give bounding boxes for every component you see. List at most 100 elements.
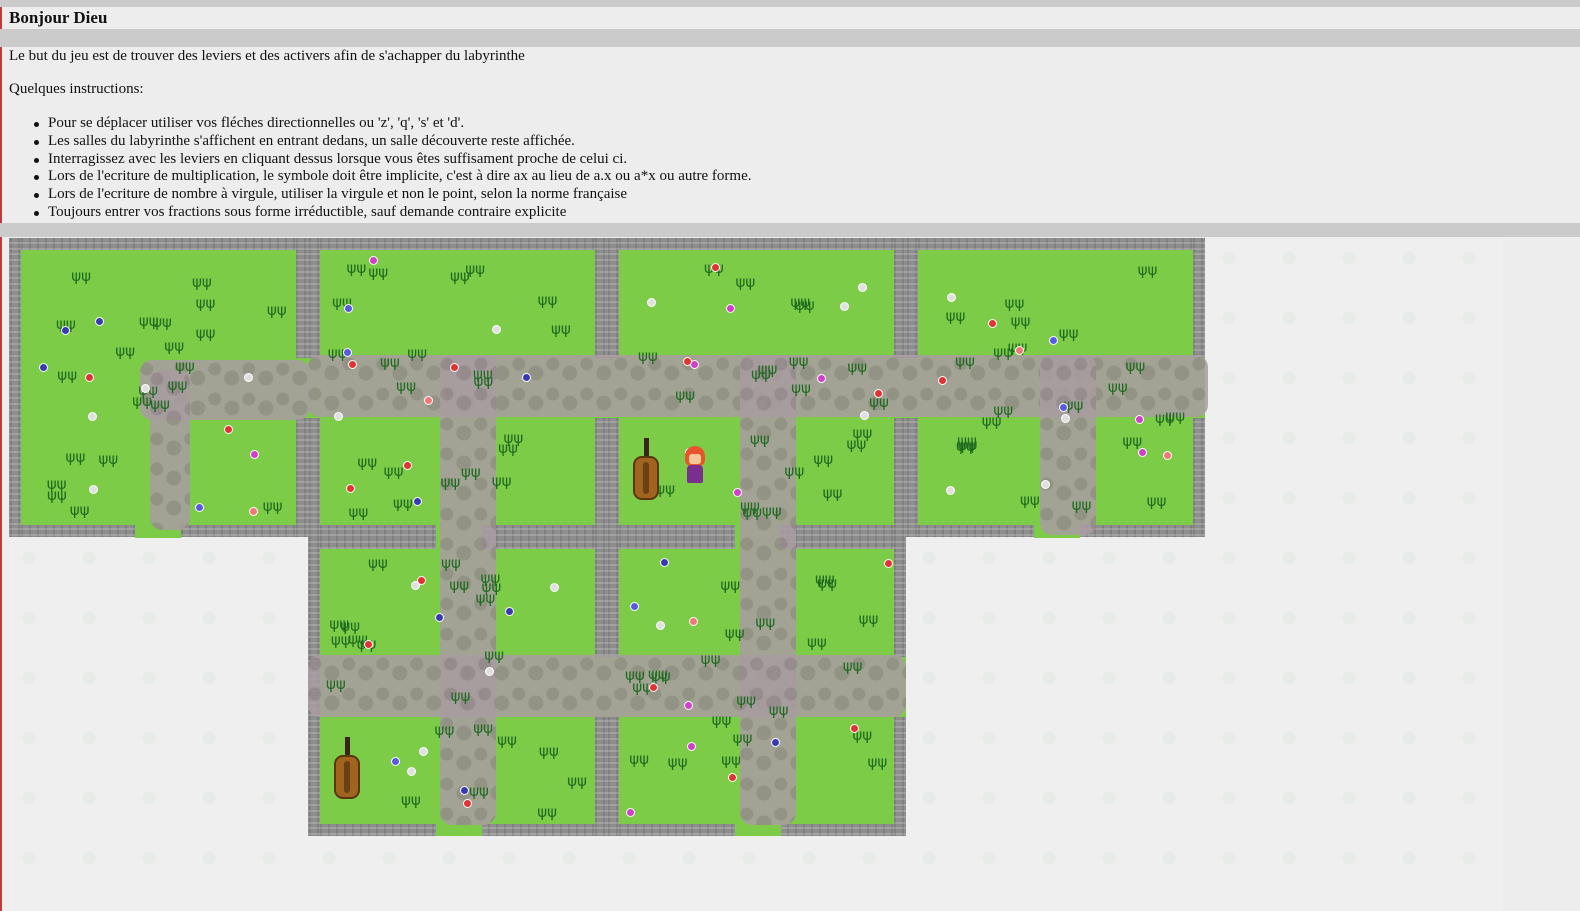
flower-icon — [140, 384, 150, 394]
grass-tuft-icon: ψψ — [434, 721, 455, 740]
flower-icon — [771, 737, 780, 747]
grass-tuft-icon: ψψ — [98, 450, 119, 469]
grass-tuft-icon: ψψ — [440, 472, 461, 491]
flower-icon — [521, 372, 531, 382]
flower-icon — [1040, 479, 1050, 489]
grass-tuft-icon: ψψ — [806, 633, 827, 652]
grass-tuft-icon: ψψ — [326, 675, 346, 694]
lever[interactable] — [633, 438, 659, 502]
grass-tuft-icon: ψψ — [858, 610, 879, 629]
grass-tuft-icon: ψψ — [1125, 357, 1146, 376]
grass-tuft-icon: ψψ — [368, 263, 389, 282]
flower-icon — [550, 582, 560, 592]
maze[interactable]: ψψ ψψ ψψ ψψ ψψ ψψ ψψ ψψ ψψ ψψ ψψ ψψ ψψ ψψ ψψ ψψ ψψ ψψ ψψ ψψ… — [0, 0, 1580, 911]
grass-tuft-icon: ψψ — [957, 431, 977, 450]
grass-tuft-icon: ψψ — [720, 575, 741, 594]
flower-icon — [84, 372, 94, 382]
grass-tuft-icon: ψψ — [761, 502, 782, 521]
grass-tuft-icon: ψψ — [57, 365, 78, 384]
lever-base — [633, 456, 659, 500]
grass-tuft-icon: ψψ — [822, 483, 843, 502]
grass-tuft-icon: ψψ — [330, 630, 351, 649]
flower-icon — [249, 449, 259, 459]
flower-icon — [402, 460, 412, 470]
flower-icon — [727, 772, 737, 782]
flower-icon — [655, 620, 665, 630]
flower-icon — [342, 348, 352, 358]
grass-tuft-icon: ψψ — [407, 343, 428, 362]
grass-tuft-icon: ψψ — [167, 376, 188, 395]
grass-tuft-icon: ψψ — [380, 352, 400, 371]
grass-tuft-icon: ψψ — [667, 752, 688, 771]
grass-tuft-icon: ψψ — [794, 296, 815, 315]
grass-tuft-icon: ψψ — [266, 301, 287, 320]
grass-tuft-icon: ψψ — [537, 290, 558, 309]
grass-tuft-icon: ψψ — [538, 741, 559, 760]
grass-tuft-icon: ψψ — [537, 802, 558, 821]
grass-tuft-icon: ψψ — [1122, 431, 1143, 450]
grass-tuft-icon: ψψ — [637, 346, 658, 365]
grass-tuft-icon: ψψ — [367, 553, 388, 572]
grass-tuft-icon: ψψ — [788, 352, 809, 371]
flower-icon — [434, 613, 444, 623]
grass-tuft-icon: ψψ — [751, 365, 771, 384]
grass-tuft-icon: ψψ — [1137, 261, 1158, 280]
grass-tuft-icon: ψψ — [69, 501, 90, 520]
grass-tuft-icon: ψψ — [784, 462, 805, 481]
grass-tuft-icon: ψψ — [791, 379, 811, 398]
grass-tuft-icon: ψψ — [1004, 293, 1025, 312]
grass-tuft-icon: ψψ — [71, 266, 92, 285]
grass-tuft-icon: ψψ — [732, 728, 753, 747]
grass-tuft-icon: ψψ — [150, 394, 170, 413]
flower-icon — [629, 602, 639, 612]
lever-base — [334, 755, 360, 799]
flower-icon — [873, 389, 883, 399]
grass-tuft-icon: ψψ — [450, 686, 471, 705]
grass-tuft-icon: ψψ — [1165, 406, 1186, 425]
flower-icon — [1134, 415, 1144, 425]
grass-tuft-icon: ψψ — [473, 718, 493, 737]
player-character — [683, 446, 707, 486]
grass-tuft-icon: ψψ — [348, 502, 369, 521]
grass-tuft-icon: ψψ — [491, 472, 512, 491]
grass-tuft-icon: ψψ — [755, 612, 776, 631]
grass-tuft-icon: ψψ — [65, 447, 86, 466]
flower-icon — [682, 357, 692, 367]
grass-tuft-icon: ψψ — [195, 293, 216, 312]
grass-tuft-icon: ψψ — [469, 782, 489, 801]
flower-icon — [459, 785, 469, 795]
lever[interactable] — [334, 737, 360, 801]
grass-tuft-icon: ψψ — [192, 273, 212, 292]
player-dress — [687, 465, 703, 483]
flower-icon — [491, 325, 501, 335]
grass-tuft-icon: ψψ — [736, 690, 757, 709]
flower-icon — [418, 746, 428, 756]
flower-icon — [1060, 414, 1070, 424]
flower-icon — [883, 558, 893, 568]
flower-icon — [710, 263, 720, 273]
grass-tuft-icon: ψψ — [475, 588, 496, 607]
grass-tuft-icon: ψψ — [735, 272, 756, 291]
grass-tuft-icon: ψψ — [675, 386, 696, 405]
grass-tuft-icon: ψψ — [357, 453, 378, 472]
grass-tuft-icon: ψψ — [174, 357, 195, 376]
grass-tuft-icon: ψψ — [449, 267, 470, 286]
flower-icon — [244, 372, 254, 382]
grass-tuft-icon: ψψ — [629, 750, 649, 769]
grass-tuft-icon: ψψ — [742, 502, 762, 521]
grass-tuft-icon: ψψ — [46, 486, 67, 505]
stone-path — [308, 655, 906, 717]
grass-tuft-icon: ψψ — [473, 371, 494, 390]
player-face — [689, 454, 701, 464]
flower-icon — [937, 375, 947, 385]
grass-tuft-icon: ψψ — [721, 751, 742, 770]
grass-tuft-icon: ψψ — [441, 553, 461, 572]
grass-tuft-icon: ψψ — [392, 494, 413, 513]
grass-tuft-icon: ψψ — [813, 450, 834, 469]
grass-tuft-icon: ψψ — [396, 376, 416, 395]
flower-icon — [1049, 336, 1059, 345]
grass-tuft-icon: ψψ — [460, 462, 481, 481]
grass-tuft-icon: ψψ — [955, 351, 975, 370]
stone-path — [740, 355, 796, 825]
grass-tuft-icon: ψψ — [400, 791, 421, 810]
